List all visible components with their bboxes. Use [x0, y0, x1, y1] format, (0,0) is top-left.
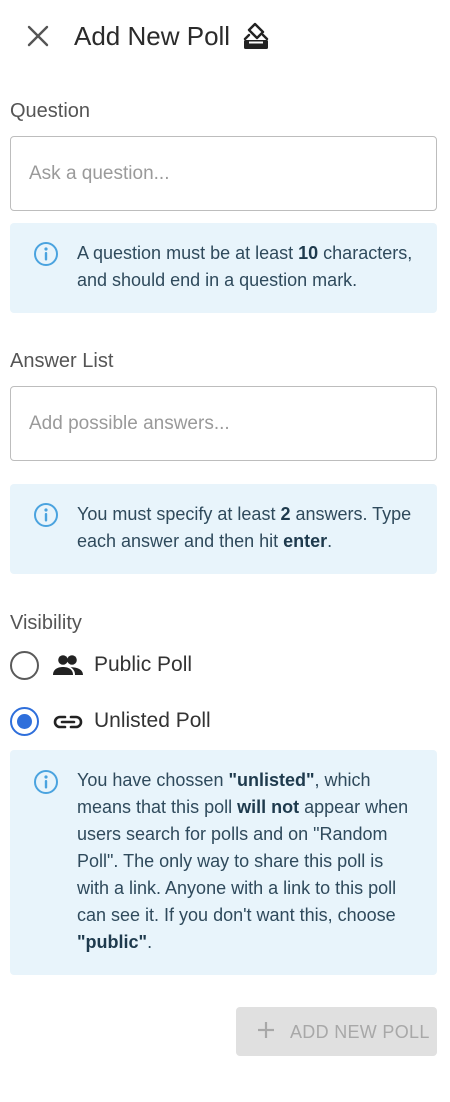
unlisted-poll-label: Unlisted Poll — [94, 709, 211, 732]
question-input[interactable] — [10, 136, 437, 211]
public-poll-label: Public Poll — [94, 653, 193, 676]
info-icon — [34, 770, 58, 794]
add-new-poll-label: ADD NEW POLL — [290, 1022, 430, 1042]
visibility-option-public[interactable]: Public Poll — [10, 649, 430, 681]
question-label: Question — [10, 100, 91, 122]
unlisted-radio[interactable] — [10, 707, 39, 736]
page-title: Add New Poll — [74, 21, 231, 51]
visibility-info-text: You have chossen "unlisted", which means… — [77, 770, 409, 952]
close-button[interactable] — [22, 20, 54, 52]
question-info-text: A question must be at least 10 character… — [77, 243, 413, 290]
answers-info-text: You must specify at least 2 answers. Typ… — [77, 504, 412, 551]
close-icon — [27, 25, 49, 47]
visibility-label: Visibility — [10, 612, 82, 634]
plus-icon — [258, 1022, 274, 1038]
add-new-poll-button[interactable]: ADD NEW POLL — [236, 1007, 437, 1056]
question-info-box: A question must be at least 10 character… — [10, 223, 437, 313]
people-icon — [53, 655, 83, 675]
visibility-option-unlisted[interactable]: Unlisted Poll — [10, 705, 430, 737]
public-radio[interactable] — [10, 651, 39, 680]
ballot-box-icon — [243, 22, 269, 49]
info-icon — [34, 242, 58, 266]
answer-input[interactable] — [10, 386, 437, 461]
answers-info-box: You must specify at least 2 answers. Typ… — [10, 484, 437, 574]
header: Add New Poll — [0, 0, 450, 72]
info-icon — [34, 503, 58, 527]
answer-list-label: Answer List — [10, 350, 114, 372]
link-icon — [53, 715, 83, 729]
visibility-info-box: You have chossen "unlisted", which means… — [10, 750, 437, 975]
